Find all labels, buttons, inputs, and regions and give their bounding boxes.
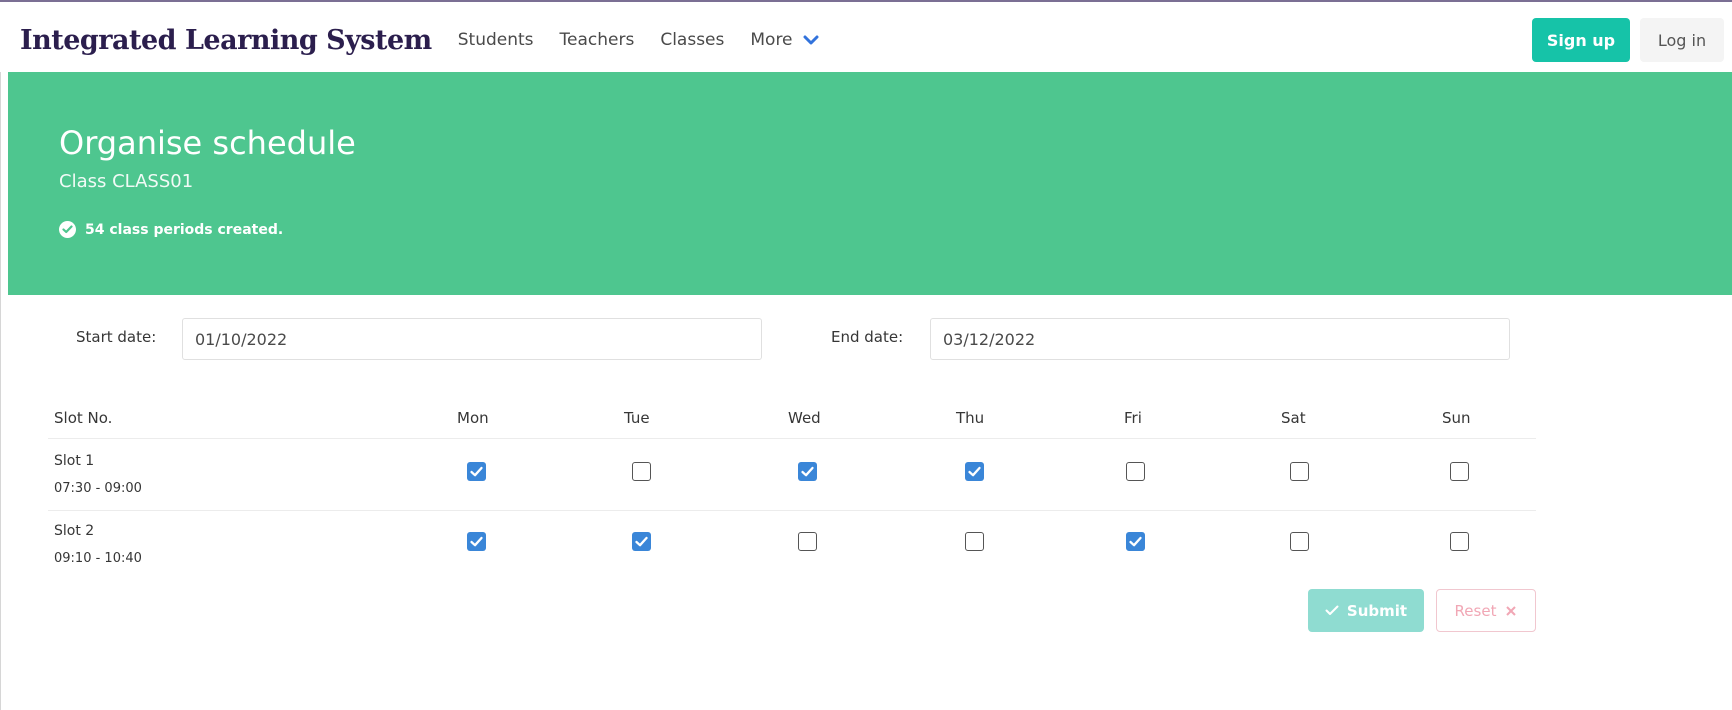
column-header-tue: Tue (624, 409, 650, 427)
login-button[interactable]: Log in (1640, 18, 1724, 62)
checkbox-slot2-sun[interactable] (1450, 532, 1469, 551)
nav-item-classes[interactable]: Classes (660, 30, 724, 50)
checkbox-slot1-thu[interactable] (965, 462, 984, 481)
checkmark-icon (635, 536, 648, 547)
column-header-wed: Wed (788, 409, 821, 427)
success-message: 54 class periods created. (59, 221, 283, 238)
reset-button[interactable]: Reset (1436, 589, 1536, 632)
checkmark-icon (1129, 536, 1142, 547)
column-header-fri: Fri (1124, 409, 1142, 427)
checkbox-slot2-mon[interactable] (467, 532, 486, 551)
checkbox-slot2-sat[interactable] (1290, 532, 1309, 551)
column-header-slot: Slot No. (54, 409, 113, 427)
column-header-thu: Thu (956, 409, 985, 427)
end-date-label: End date: (831, 328, 904, 346)
submit-button-label: Submit (1346, 601, 1408, 620)
window-top-border (0, 0, 1732, 7)
close-icon (1506, 605, 1517, 616)
page-subtitle: Class CLASS01 (59, 171, 194, 192)
checkbox-slot1-tue[interactable] (632, 462, 651, 481)
checkbox-slot1-mon[interactable] (467, 462, 486, 481)
checkbox-slot1-wed[interactable] (798, 462, 817, 481)
slot-2-name: Slot 2 (54, 523, 95, 539)
checkbox-slot1-fri[interactable] (1126, 462, 1145, 481)
checkbox-slot1-sun[interactable] (1450, 462, 1469, 481)
reset-button-label: Reset (1454, 601, 1497, 620)
checkbox-slot2-fri[interactable] (1126, 532, 1145, 551)
nav-item-students[interactable]: Students (458, 30, 534, 50)
check-icon (1325, 605, 1339, 615)
checkbox-slot1-sat[interactable] (1290, 462, 1309, 481)
checkbox-slot2-tue[interactable] (632, 532, 651, 551)
checkmark-icon (801, 466, 814, 477)
signup-button[interactable]: Sign up (1532, 18, 1630, 62)
nav-actions: Sign up Log in (1532, 18, 1732, 62)
check-circle-icon (59, 221, 76, 238)
slot-1-time: 07:30 - 09:00 (54, 481, 142, 496)
navbar: Integrated Learning System Students Teac… (0, 8, 1732, 72)
end-date-input[interactable]: 03/12/2022 (930, 318, 1510, 360)
column-header-sat: Sat (1281, 409, 1306, 427)
checkbox-slot2-thu[interactable] (965, 532, 984, 551)
checkmark-icon (470, 466, 483, 477)
checkbox-slot2-wed[interactable] (798, 532, 817, 551)
chevron-down-icon (803, 35, 819, 45)
header-divider (48, 438, 1536, 439)
slot-1-name: Slot 1 (54, 453, 95, 469)
column-header-sun: Sun (1442, 409, 1471, 427)
column-header-mon: Mon (457, 409, 489, 427)
hero-banner: Organise schedule Class CLASS01 54 class… (8, 72, 1732, 295)
success-message-text: 54 class periods created. (85, 221, 284, 238)
checkmark-icon (470, 536, 483, 547)
start-date-input[interactable]: 01/10/2022 (182, 318, 762, 360)
nav-item-more[interactable]: More (750, 30, 819, 50)
submit-button[interactable]: Submit (1308, 589, 1424, 632)
start-date-label: Start date: (76, 328, 157, 346)
slot-2-time: 09:10 - 10:40 (54, 551, 142, 566)
brand-logo[interactable]: Integrated Learning System (20, 25, 432, 56)
page-left-edge (0, 72, 8, 710)
nav-item-teachers[interactable]: Teachers (560, 30, 635, 50)
nav-item-more-label: More (750, 30, 793, 50)
checkmark-icon (968, 466, 981, 477)
row-divider (48, 510, 1536, 511)
page-title: Organise schedule (59, 124, 356, 162)
